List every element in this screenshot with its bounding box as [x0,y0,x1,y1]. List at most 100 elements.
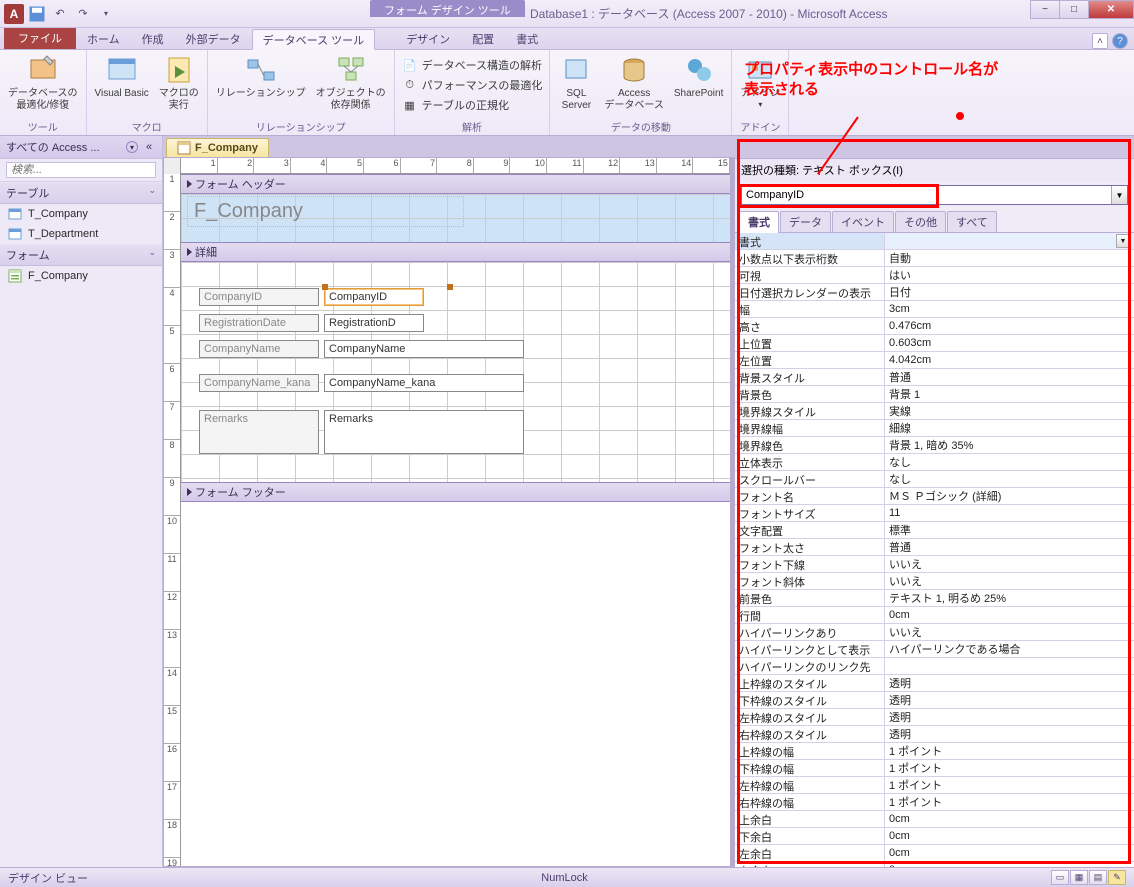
property-row[interactable]: 上位置0.603cm [735,335,1134,352]
property-row[interactable]: 左枠線のスタイル透明 [735,709,1134,726]
nav-item-f-company[interactable]: F_Company [0,266,162,286]
property-value[interactable]: 1 ポイント [885,794,1134,810]
property-row[interactable]: 下枠線のスタイル透明 [735,692,1134,709]
property-value[interactable]: 11 [885,505,1134,521]
property-row[interactable]: 立体表示なし [735,454,1134,471]
nav-header[interactable]: すべての Access ... ▾ « [0,136,162,159]
property-value[interactable] [885,658,1134,674]
tab-arrange[interactable]: 配置 [461,28,505,49]
property-value[interactable]: 背景 1, 暗め 35% [885,437,1134,453]
property-row[interactable]: 行間0cm [735,607,1134,624]
sharepoint-button[interactable]: SharePoint [670,52,727,102]
label-registration-date[interactable]: RegistrationDate [199,314,319,332]
nav-filter-dropdown-icon[interactable]: ▾ [126,141,138,153]
property-control-selector[interactable]: CompanyID ▼ [741,185,1128,205]
horizontal-ruler[interactable]: 123456789101112131415 [181,158,730,174]
dropdown-icon[interactable]: ▼ [1116,234,1130,248]
help-button[interactable]: ? [1112,33,1128,49]
property-row[interactable]: フォント太さ普通 [735,539,1134,556]
property-row[interactable]: 右枠線の幅1 ポイント [735,794,1134,811]
prop-tab-other[interactable]: その他 [895,211,946,232]
label-remarks[interactable]: Remarks [199,410,319,454]
property-value[interactable]: ＭＳ Ｐゴシック (詳細) [885,488,1134,504]
tab-external-data[interactable]: 外部データ [175,28,252,49]
property-row[interactable]: ハイパーリンクありいいえ [735,624,1134,641]
property-value[interactable]: 0cm [885,811,1134,827]
property-row[interactable]: 左余白0cm [735,845,1134,862]
property-value[interactable]: 自動 [885,250,1134,266]
nav-category-forms[interactable]: フォーム⌄ [0,244,162,266]
analyze-performance-button[interactable]: ⏱パフォーマンスの最適化 [399,76,546,94]
form-title-label[interactable]: F_Company [187,196,464,227]
section-form-footer[interactable]: フォーム フッター [181,482,730,502]
view-form-button[interactable]: ▭ [1051,870,1069,885]
tab-create[interactable]: 作成 [131,28,175,49]
property-row[interactable]: 境界線幅細線 [735,420,1134,437]
tab-design[interactable]: デザイン [395,28,461,49]
property-row[interactable]: フォント名ＭＳ Ｐゴシック (詳細) [735,488,1134,505]
section-detail[interactable]: 詳細 [181,242,730,262]
view-design-button[interactable]: ✎ [1108,870,1126,885]
view-datasheet-button[interactable]: ▦ [1070,870,1088,885]
property-value[interactable]: 透明 [885,709,1134,725]
qat-customize-icon[interactable]: ▾ [96,4,116,24]
access-db-button[interactable]: Access データベース [600,52,668,114]
property-value[interactable]: 0cm [885,828,1134,844]
vertical-ruler[interactable]: 1234567891011121314151617181920 [164,174,181,866]
textbox-company-id[interactable]: CompanyID [324,288,424,306]
prop-tab-data[interactable]: データ [780,211,831,232]
property-value[interactable]: 日付 [885,284,1134,300]
qat-save-icon[interactable] [27,4,47,24]
visual-basic-button[interactable]: Visual Basic [91,52,153,102]
nav-search-input[interactable] [6,162,156,178]
property-value[interactable]: 1 ポイント [885,743,1134,759]
property-value[interactable]: 細線 [885,420,1134,436]
property-row[interactable]: 上枠線のスタイル透明 [735,675,1134,692]
property-row[interactable]: 左枠線の幅1 ポイント [735,777,1134,794]
label-company-name[interactable]: CompanyName [199,340,319,358]
property-value[interactable]: なし [885,471,1134,487]
property-row[interactable]: 書式▼ [735,233,1134,250]
property-row[interactable]: フォント斜体いいえ [735,573,1134,590]
nav-item-t-company[interactable]: T_Company [0,204,162,224]
property-row[interactable]: 背景色背景 1 [735,386,1134,403]
property-row[interactable]: 文字配置標準 [735,522,1134,539]
property-value[interactable]: いいえ [885,556,1134,572]
property-value[interactable]: 3cm [885,301,1134,317]
property-row[interactable]: 右枠線のスタイル透明 [735,726,1134,743]
object-dependencies-button[interactable]: オブジェクトの 依存関係 [312,52,390,114]
property-row[interactable]: 背景スタイル普通 [735,369,1134,386]
property-value[interactable]: 0.603cm [885,335,1134,351]
textbox-company-name[interactable]: CompanyName [324,340,524,358]
property-row[interactable]: 右余白0cm [735,862,1134,867]
textbox-remarks[interactable]: Remarks [324,410,524,454]
property-value[interactable]: 透明 [885,726,1134,742]
prop-tab-all[interactable]: すべて [947,211,997,232]
dropdown-icon[interactable]: ▼ [1111,186,1127,204]
property-value[interactable]: 1 ポイント [885,777,1134,793]
property-row[interactable]: 下枠線の幅1 ポイント [735,760,1134,777]
label-company-id[interactable]: CompanyID [199,288,319,306]
qat-redo-icon[interactable]: ↷ [73,4,93,24]
textbox-company-name-kana[interactable]: CompanyName_kana [324,374,524,392]
property-value[interactable]: 0cm [885,862,1134,867]
sql-server-button[interactable]: SQL Server [554,52,598,114]
tab-database-tools[interactable]: データベース ツール [252,29,376,50]
textbox-registration-date[interactable]: RegistrationD [324,314,424,332]
property-value[interactable]: いいえ [885,624,1134,640]
tab-format[interactable]: 書式 [505,28,549,49]
window-maximize-button[interactable]: □ [1059,0,1089,19]
tab-home[interactable]: ホーム [76,28,131,49]
property-value[interactable]: いいえ [885,573,1134,589]
property-value[interactable]: 4.042cm [885,352,1134,368]
property-row[interactable]: フォントサイズ11 [735,505,1134,522]
property-value[interactable]: 普通 [885,539,1134,555]
property-row[interactable]: 下余白0cm [735,828,1134,845]
analyze-table-button[interactable]: ▦テーブルの正規化 [399,96,546,114]
property-value[interactable]: 普通 [885,369,1134,385]
property-value[interactable]: 0cm [885,607,1134,623]
document-tab-f-company[interactable]: F_Company [166,138,269,157]
analyze-db-struct-button[interactable]: 📄データベース構造の解析 [399,56,546,74]
property-row[interactable]: 日付選択カレンダーの表示日付 [735,284,1134,301]
minimize-ribbon-button[interactable]: ˄ [1092,33,1108,49]
